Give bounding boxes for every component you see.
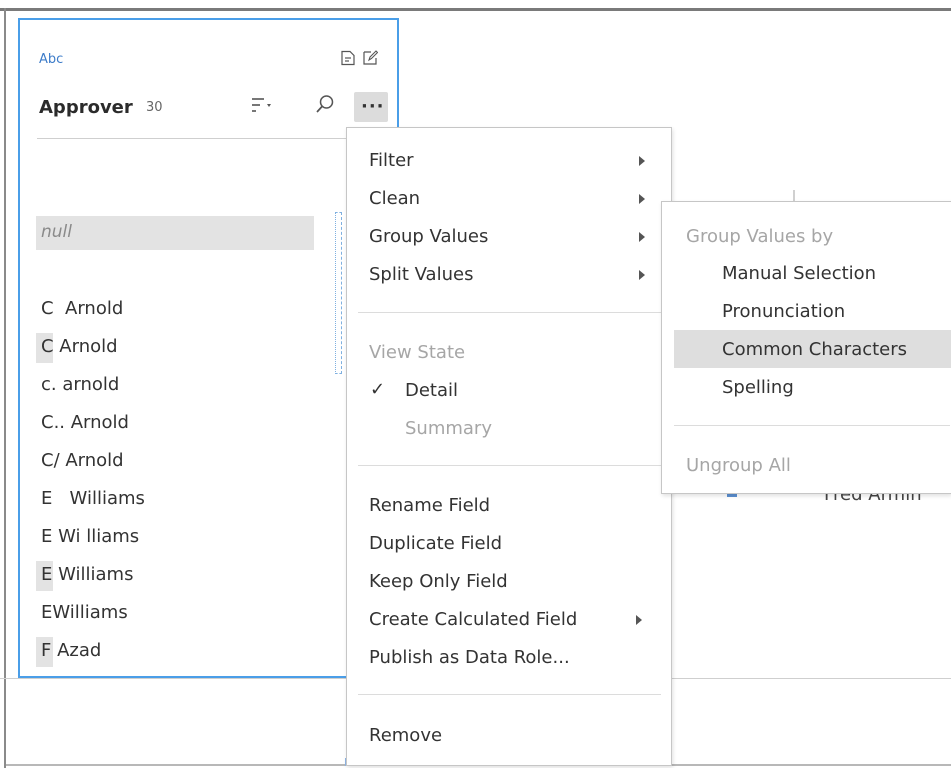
menu-item-detail[interactable]: Detail (405, 380, 458, 401)
value-list: null C Arnold C Arnold c. arnold C.. Arn… (36, 216, 336, 672)
value-label: c. arnold (41, 374, 120, 395)
edit-icon[interactable] (362, 50, 378, 66)
left-border (4, 8, 6, 768)
menu-separator (358, 465, 661, 466)
menu-item-create-calculated-field[interactable]: Create Calculated Field (369, 609, 577, 630)
value-row[interactable]: C.. Arnold (36, 406, 336, 444)
submenu-item-spelling[interactable]: Spelling (722, 377, 794, 398)
value-row[interactable]: F Azad (36, 634, 336, 672)
value-row[interactable]: EWilliams (36, 596, 336, 634)
menu-item-group-values[interactable]: Group Values (369, 226, 488, 247)
menu-item-duplicate-field[interactable]: Duplicate Field (369, 533, 502, 554)
value-label: E Wi lliams (41, 526, 140, 547)
value-count: 30 (146, 100, 163, 115)
menu-item-keep-only-field[interactable]: Keep Only Field (369, 571, 508, 592)
scroll-region[interactable] (335, 212, 342, 374)
check-icon: ✓ (370, 379, 386, 400)
menu-item-remove[interactable]: Remove (369, 725, 442, 746)
data-type-label[interactable]: Abc (39, 52, 63, 67)
menu-item-clean[interactable]: Clean (369, 188, 420, 209)
card-divider (37, 138, 382, 139)
search-icon[interactable] (315, 94, 335, 114)
submenu-arrow-icon (639, 232, 645, 242)
value-row-null[interactable]: null (36, 216, 336, 254)
value-row[interactable]: C Arnold (36, 330, 336, 368)
submenu-item-common-characters[interactable]: Common Characters (722, 339, 907, 360)
value-label: C Arnold (41, 298, 124, 319)
value-row[interactable]: C/ Arnold (36, 444, 336, 482)
group-values-submenu: Group Values by Manual Selection Pronunc… (661, 201, 951, 494)
value-label: C.. Arnold (41, 412, 129, 433)
null-bar (36, 216, 314, 250)
value-label: null (41, 222, 72, 242)
value-label: F Azad (41, 640, 102, 661)
submenu-arrow-icon (639, 156, 645, 166)
menu-item-summary: Summary (405, 418, 492, 439)
view-state-header: View State (369, 342, 466, 363)
value-row[interactable]: c. arnold (36, 368, 336, 406)
menu-item-filter[interactable]: Filter (369, 150, 414, 171)
field-name[interactable]: Approver (39, 97, 133, 118)
value-row[interactable]: E Williams (36, 482, 336, 520)
field-profile-card[interactable]: Abc Approver 30 ··· null C Arnold C Arno… (18, 18, 399, 678)
submenu-header: Group Values by (686, 226, 834, 247)
pane-divider (0, 678, 350, 679)
more-options-button[interactable]: ··· (354, 92, 388, 122)
menu-separator (358, 312, 661, 313)
submenu-arrow-icon (636, 615, 642, 625)
value-label: C/ Arnold (41, 450, 124, 471)
submenu-separator (674, 425, 950, 426)
value-label: E Williams (41, 564, 134, 585)
menu-separator (358, 694, 661, 695)
submenu-item-ungroup-all: Ungroup All (686, 455, 791, 476)
top-border (0, 8, 951, 11)
submenu-arrow-icon (639, 270, 645, 280)
context-menu: Filter Clean Group Values Split Values V… (346, 127, 672, 766)
value-label: C Arnold (41, 336, 118, 357)
more-icon: ··· (361, 96, 385, 117)
background-marker (727, 494, 737, 497)
submenu-item-manual-selection[interactable]: Manual Selection (722, 263, 876, 284)
submenu-item-pronunciation[interactable]: Pronunciation (722, 301, 845, 322)
submenu-arrow-icon (639, 194, 645, 204)
value-row[interactable]: E Williams (36, 558, 336, 596)
menu-item-split-values[interactable]: Split Values (369, 264, 473, 285)
pane-divider-right (670, 678, 951, 679)
value-row[interactable]: C Arnold (36, 292, 336, 330)
menu-item-rename-field[interactable]: Rename Field (369, 495, 490, 516)
calculated-field-icon[interactable] (340, 50, 356, 66)
value-row[interactable]: E Wi lliams (36, 520, 336, 558)
value-row-empty[interactable] (36, 254, 336, 292)
sort-icon[interactable] (251, 96, 271, 114)
value-label: EWilliams (41, 602, 128, 623)
menu-item-publish-as-data-role[interactable]: Publish as Data Role... (369, 647, 570, 668)
value-label: E Williams (41, 488, 145, 509)
